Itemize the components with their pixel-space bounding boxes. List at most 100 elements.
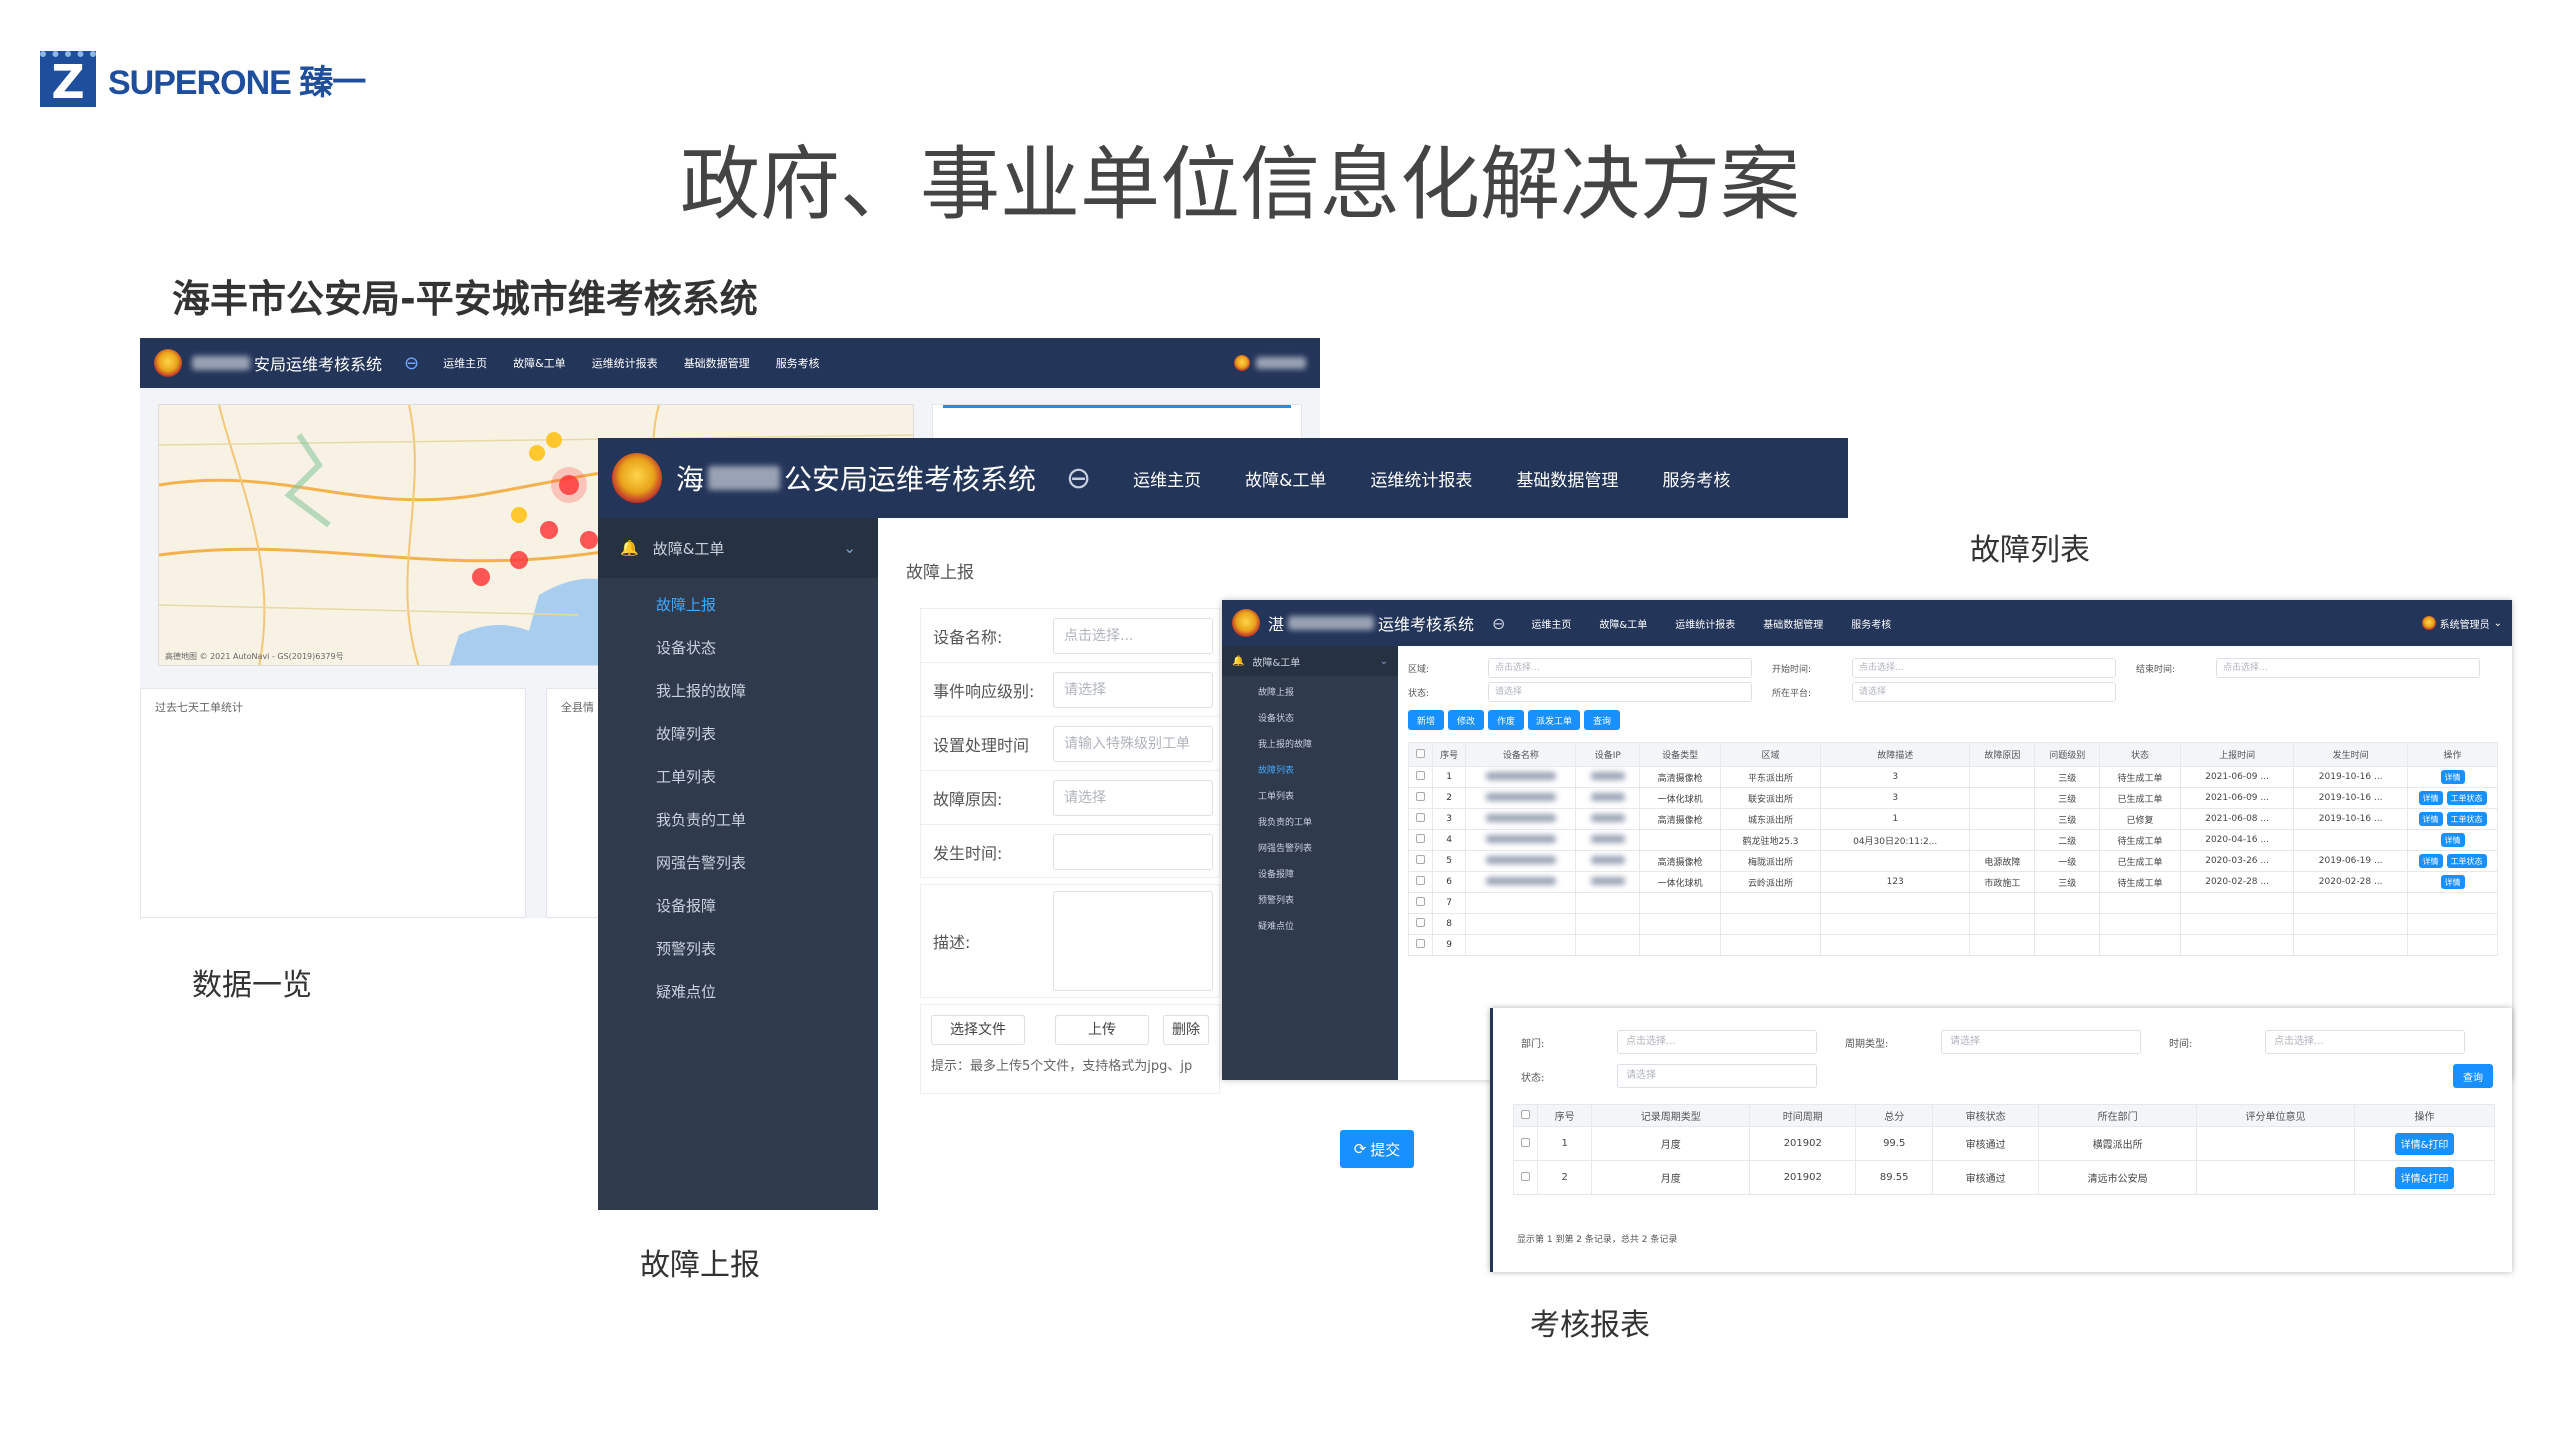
delete-button[interactable]: 删除 <box>1163 1015 1209 1045</box>
menu-group-fault-ticket[interactable]: 🔔 故障&工单 ⌄ <box>1222 646 1398 676</box>
row-checkbox[interactable] <box>1416 813 1425 822</box>
area-filter-input[interactable]: 点击选择... <box>1488 658 1752 678</box>
menu-item-fault-report[interactable]: 故障上报 <box>598 584 878 627</box>
time-input[interactable]: 点击选择... <box>2265 1030 2465 1054</box>
menu-item-alarm-list[interactable]: 网强告警列表 <box>1222 836 1398 862</box>
query-button[interactable]: 查询 <box>1584 710 1620 730</box>
back-arrow-icon[interactable]: ⊖ <box>404 353 419 374</box>
nav-base-data[interactable]: 基础数据管理 <box>684 355 750 371</box>
detail-button[interactable]: 详情 <box>2418 791 2443 805</box>
fault-reason-select[interactable]: 请选择 <box>1053 779 1213 816</box>
menu-item-ticket-list[interactable]: 工单列表 <box>598 756 878 799</box>
upload-button[interactable]: 上传 <box>1055 1015 1149 1045</box>
table-row[interactable]: 9 <box>1408 934 2498 956</box>
occur-time-input[interactable] <box>1053 834 1213 870</box>
edit-button[interactable]: 修改 <box>1448 710 1484 730</box>
row-checkbox[interactable] <box>1416 771 1425 780</box>
end-time-input[interactable]: 点击选择... <box>2216 658 2480 678</box>
row-checkbox[interactable] <box>1416 834 1425 843</box>
start-time-input[interactable]: 点击选择... <box>1852 658 2116 678</box>
table-row[interactable]: 1 高清摄像枪 平东派出所 3 三级 待生成工单 2021-06-09 ... 2019-10… <box>1408 766 2498 788</box>
submit-button[interactable]: ⟳ 提交 <box>1340 1130 1414 1168</box>
nav-home[interactable]: 运维主页 <box>1531 616 1571 631</box>
response-level-select[interactable]: 请选择 <box>1053 671 1213 708</box>
platform-select[interactable]: 请选择 <box>1852 682 2116 702</box>
user-menu[interactable]: 系统管理员 ⌄ <box>2421 616 2502 631</box>
nav-service-assess[interactable]: 服务考核 <box>1662 466 1730 491</box>
add-button[interactable]: 新增 <box>1408 710 1444 730</box>
nav-home[interactable]: 运维主页 <box>443 355 487 371</box>
user-area[interactable] <box>1234 355 1306 371</box>
status-select[interactable]: 请选择 <box>1488 682 1752 702</box>
row-checkbox[interactable] <box>1416 876 1425 885</box>
nav-service-assess[interactable]: 服务考核 <box>776 355 820 371</box>
row-checkbox[interactable] <box>1521 1171 1530 1181</box>
detail-print-button[interactable]: 详情&打印 <box>2394 1132 2455 1155</box>
row-checkbox[interactable] <box>1521 1137 1530 1147</box>
nav-stats-report[interactable]: 运维统计报表 <box>592 355 658 371</box>
row-checkbox[interactable] <box>1416 939 1425 948</box>
select-all-checkbox[interactable] <box>1416 748 1425 758</box>
detail-print-button[interactable]: 详情&打印 <box>2394 1166 2455 1189</box>
ticket-status-button[interactable]: 工单状态 <box>2446 812 2487 826</box>
assess-status-select[interactable]: 请选择 <box>1617 1064 1817 1088</box>
menu-item-warning-list[interactable]: 预警列表 <box>598 928 878 971</box>
table-row[interactable]: 1 月度 201902 99.5 审核通过 横霞派出所 详情&打印 <box>1513 1126 2495 1161</box>
table-row[interactable]: 5 高清摄像枪 梅陇派出所 电源故障 一级 已生成工单 2020-03-26 ... 2019… <box>1408 850 2498 872</box>
row-checkbox[interactable] <box>1416 792 1425 801</box>
table-row[interactable]: 2 一体化球机 联安派出所 3 三级 已生成工单 2021-06-09 ... 2019-10… <box>1408 787 2498 809</box>
row-checkbox[interactable] <box>1416 918 1425 927</box>
menu-item-difficult-points[interactable]: 疑难点位 <box>598 971 878 1014</box>
detail-button[interactable]: 详情 <box>2418 854 2443 868</box>
nav-home[interactable]: 运维主页 <box>1133 466 1201 491</box>
nav-fault-ticket[interactable]: 故障&工单 <box>1245 466 1326 491</box>
menu-item-fault-list[interactable]: 故障列表 <box>1222 758 1398 784</box>
select-all-checkbox[interactable] <box>1521 1109 1530 1119</box>
cycle-type-select[interactable]: 请选择 <box>1941 1030 2141 1054</box>
detail-button[interactable]: 详情 <box>2440 875 2465 889</box>
dispatch-ticket-button[interactable]: 派发工单 <box>1528 710 1580 730</box>
menu-item-my-reports[interactable]: 我上报的故障 <box>598 670 878 713</box>
back-arrow-icon[interactable]: ⊖ <box>1492 614 1505 633</box>
menu-item-my-reports[interactable]: 我上报的故障 <box>1222 732 1398 758</box>
row-checkbox[interactable] <box>1416 897 1425 906</box>
handle-time-input[interactable]: 请输入特殊级别工单 <box>1053 725 1213 762</box>
menu-item-difficult-points[interactable]: 疑难点位 <box>1222 914 1398 940</box>
menu-item-warning-list[interactable]: 预警列表 <box>1222 888 1398 914</box>
assess-query-button[interactable]: 查询 <box>2453 1064 2493 1088</box>
detail-button[interactable]: 详情 <box>2440 833 2465 847</box>
menu-item-my-tickets[interactable]: 我负责的工单 <box>1222 810 1398 836</box>
ticket-status-button[interactable]: 工单状态 <box>2446 854 2487 868</box>
table-row[interactable]: 7 <box>1408 892 2498 914</box>
menu-item-fault-report[interactable]: 故障上报 <box>1222 680 1398 706</box>
row-checkbox[interactable] <box>1416 855 1425 864</box>
nav-fault-ticket[interactable]: 故障&工单 <box>1599 616 1647 631</box>
menu-item-fault-list[interactable]: 故障列表 <box>598 713 878 756</box>
nav-base-data[interactable]: 基础数据管理 <box>1763 616 1823 631</box>
nav-base-data[interactable]: 基础数据管理 <box>1516 466 1618 491</box>
menu-group-fault-ticket[interactable]: 🔔 故障&工单 ⌄ <box>598 518 878 578</box>
nav-stats-report[interactable]: 运维统计报表 <box>1675 616 1735 631</box>
detail-button[interactable]: 详情 <box>2440 770 2465 784</box>
nav-stats-report[interactable]: 运维统计报表 <box>1370 466 1472 491</box>
menu-item-device-status[interactable]: 设备状态 <box>1222 706 1398 732</box>
back-arrow-icon[interactable]: ⊖ <box>1066 461 1091 496</box>
menu-item-my-tickets[interactable]: 我负责的工单 <box>598 799 878 842</box>
menu-item-device-fault[interactable]: 设备报障 <box>598 885 878 928</box>
table-row[interactable]: 8 <box>1408 913 2498 935</box>
menu-item-ticket-list[interactable]: 工单列表 <box>1222 784 1398 810</box>
device-name-input[interactable]: 点击选择... <box>1053 617 1213 654</box>
table-row[interactable]: 3 高清摄像枪 城东派出所 1 三级 已修复 2021-06-08 ... 2019-10-1… <box>1408 808 2498 830</box>
table-row[interactable]: 6 一体化球机 云岭派出所 123 市政施工 三级 待生成工单 2020-02-28 ... 2… <box>1408 871 2498 893</box>
ticket-status-button[interactable]: 工单状态 <box>2446 791 2487 805</box>
choose-file-button[interactable]: 选择文件 <box>931 1015 1025 1045</box>
menu-item-device-status[interactable]: 设备状态 <box>598 627 878 670</box>
description-textarea[interactable] <box>1053 891 1213 991</box>
void-button[interactable]: 作废 <box>1488 710 1524 730</box>
detail-button[interactable]: 详情 <box>2418 812 2443 826</box>
nav-fault-ticket[interactable]: 故障&工单 <box>513 355 566 371</box>
table-row[interactable]: 2 月度 201902 89.55 审核通过 清远市公安局 详情&打印 <box>1513 1160 2495 1195</box>
menu-item-device-fault[interactable]: 设备报障 <box>1222 862 1398 888</box>
table-row[interactable]: 4 鹤龙驻地25.3 04月30日20:11:2... 二级 待生成工单 2020-04-… <box>1408 829 2498 851</box>
nav-service-assess[interactable]: 服务考核 <box>1851 616 1891 631</box>
